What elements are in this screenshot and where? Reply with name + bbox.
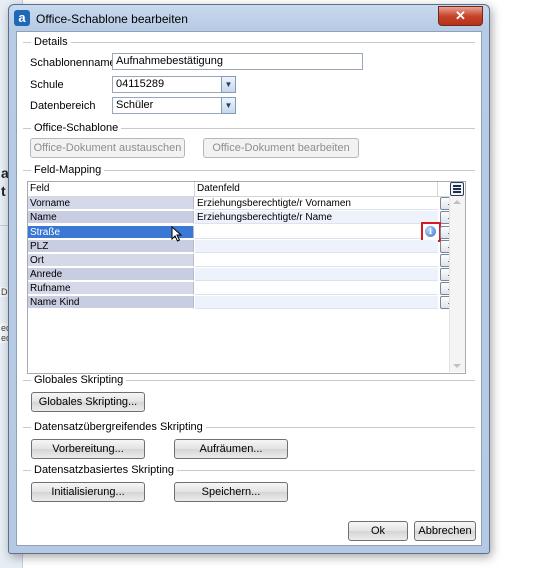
field-cell: PLZ	[28, 240, 194, 253]
mouse-cursor-icon	[171, 225, 183, 242]
datafield-cell[interactable]	[195, 254, 438, 267]
table-row[interactable]: Rufname ...	[28, 282, 462, 295]
record-scripting-group: Datensatzbasiertes Skripting Initialisie…	[23, 464, 475, 507]
details-group: Details Schablonenname Aufnahmebestätigu…	[23, 36, 475, 119]
datafield-cell[interactable]: Erziehungsberechtigte/r Vornamen	[195, 197, 438, 210]
field-cell: Anrede	[28, 268, 194, 281]
dialog-content: Details Schablonenname Aufnahmebestätigu…	[16, 31, 482, 546]
datafield-cell[interactable]: Erziehungsberechtigte/r Name	[195, 211, 438, 224]
save-script-button[interactable]: Speichern...	[174, 482, 288, 502]
field-cell: Rufname	[28, 282, 194, 295]
column-header-datafield[interactable]: Datenfeld	[195, 182, 438, 196]
datafield-cell[interactable]	[195, 240, 438, 253]
field-cell: Name Kind	[28, 296, 194, 309]
school-label: Schule	[30, 79, 64, 91]
ok-button[interactable]: Ok	[348, 521, 408, 541]
office-template-group: Office-Schablone Office-Dokument austaus…	[23, 122, 475, 161]
details-group-title: Details	[31, 36, 71, 48]
template-name-label: Schablonenname	[30, 57, 116, 69]
initialization-button[interactable]: Initialisierung...	[31, 482, 145, 502]
template-name-input[interactable]: Aufnahmebestätigung	[112, 53, 363, 70]
table-row[interactable]: Vorname Erziehungsberechtigte/r Vornamen…	[28, 197, 462, 210]
grid-scrollbar[interactable]	[449, 196, 465, 372]
cross-record-scripting-group-title: Datensatzübergreifendes Skripting	[31, 421, 206, 433]
field-cell: Vorname	[28, 197, 194, 210]
datafield-cell[interactable]	[195, 226, 438, 239]
column-header-field[interactable]: Feld	[28, 182, 195, 196]
field-cell: Name	[28, 211, 194, 224]
close-button[interactable]: ✕	[438, 6, 483, 26]
column-chooser-icon[interactable]	[450, 182, 464, 196]
cleanup-button[interactable]: Aufräumen...	[174, 439, 288, 459]
table-row[interactable]: Ort ...	[28, 254, 462, 267]
data-area-select-value: Schüler	[116, 99, 154, 111]
window-title: Office-Schablone bearbeiten	[36, 12, 188, 26]
office-template-group-title: Office-Schablone	[31, 122, 122, 134]
field-cell: Straße	[28, 226, 194, 239]
field-mapping-group-title: Feld-Mapping	[31, 164, 105, 176]
table-row-selected[interactable]: Straße i ...	[28, 222, 462, 242]
data-area-select[interactable]: Schüler ▼	[112, 97, 236, 114]
table-row[interactable]: Name Erziehungsberechtigte/r Name ...	[28, 211, 462, 224]
global-scripting-group: Globales Skripting Globales Skripting...	[23, 374, 475, 417]
datafield-cell[interactable]	[195, 296, 438, 309]
edit-document-button[interactable]: Office-Dokument bearbeiten	[203, 138, 359, 158]
info-highlight-box: i	[421, 222, 441, 242]
field-cell: Ort	[28, 254, 194, 267]
title-bar[interactable]: a Office-Schablone bearbeiten ✕	[9, 5, 489, 31]
global-scripting-group-title: Globales Skripting	[31, 374, 127, 386]
app-logo-icon: a	[14, 10, 30, 26]
field-mapping-grid[interactable]: Feld Datenfeld Vorname Erziehungsberecht…	[27, 181, 466, 374]
global-scripting-button[interactable]: Globales Skripting...	[31, 392, 145, 412]
chevron-down-icon[interactable]: ▼	[221, 76, 236, 93]
prepare-button[interactable]: Vorbereitung...	[31, 439, 145, 459]
cancel-button[interactable]: Abbrechen	[414, 521, 476, 541]
school-select-value: 04115289	[116, 78, 165, 90]
dialog-window: a Office-Schablone bearbeiten ✕ Details …	[8, 4, 490, 554]
chevron-down-icon[interactable]: ▼	[221, 97, 236, 114]
record-scripting-group-title: Datensatzbasiertes Skripting	[31, 464, 178, 476]
cross-record-scripting-group: Datensatzübergreifendes Skripting Vorber…	[23, 421, 475, 464]
datafield-cell[interactable]	[195, 282, 438, 295]
table-row[interactable]: Anrede ...	[28, 268, 462, 281]
table-row[interactable]: PLZ ...	[28, 240, 462, 253]
school-select[interactable]: 04115289 ▼	[112, 76, 236, 93]
scroll-down-arrow-icon[interactable]	[453, 364, 461, 368]
scroll-up-arrow-icon[interactable]	[453, 200, 461, 204]
info-icon[interactable]: i	[425, 226, 436, 237]
table-row[interactable]: Name Kind ...	[28, 296, 462, 309]
data-area-label: Datenbereich	[30, 100, 96, 112]
datafield-cell[interactable]	[195, 268, 438, 281]
replace-document-button[interactable]: Office-Dokument austauschen	[30, 138, 185, 158]
grid-header: Feld Datenfeld	[28, 182, 449, 197]
